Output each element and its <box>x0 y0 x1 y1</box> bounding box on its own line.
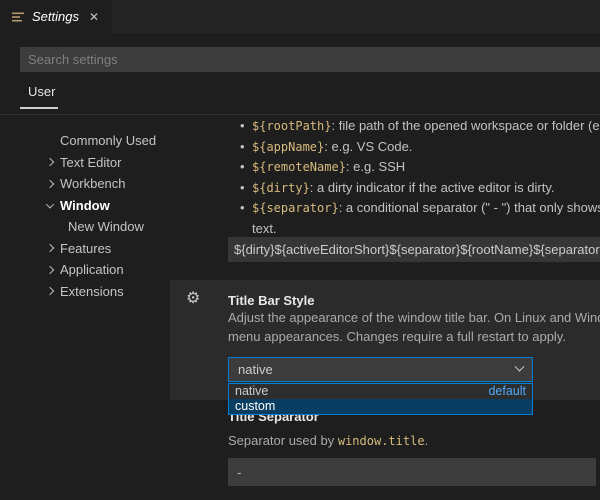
list-item: ${remoteName}: e.g. SSH <box>240 157 600 178</box>
title-bar-style-select[interactable]: native <box>228 357 533 382</box>
title-bar-style-description: Adjust the appearance of the window titl… <box>228 308 600 346</box>
title-bar-style-dropdown: native default custom <box>228 383 533 415</box>
chevron-down-icon <box>515 362 525 372</box>
window-title-template-input[interactable] <box>228 237 600 262</box>
list-item: ${rootPath}: file path of the opened wor… <box>240 121 600 137</box>
settings-sliders-icon <box>12 11 25 23</box>
header-divider <box>0 114 600 115</box>
title-separator-description: Separator used by window.title. <box>228 433 428 448</box>
settings-tab[interactable]: Settings ✕ <box>0 0 112 33</box>
window-title-variable-list: ${rootPath}: file path of the opened wor… <box>240 121 600 238</box>
user-tab-underline <box>20 107 58 109</box>
gear-icon[interactable]: ⚙ <box>186 291 200 307</box>
close-icon[interactable]: ✕ <box>89 11 99 23</box>
title-bar-style-heading: Title Bar Style <box>228 293 314 308</box>
list-item-wrap: text. <box>240 219 600 239</box>
settings-content: ${rootPath}: file path of the opened wor… <box>0 121 600 500</box>
list-item: ${appName}: e.g. VS Code. <box>240 137 600 158</box>
select-value: native <box>238 362 273 377</box>
settings-editor: Settings ✕ User Commonly Used Text Edito… <box>0 0 600 500</box>
title-separator-input[interactable] <box>228 458 596 486</box>
tab-user-scope[interactable]: User <box>28 84 55 99</box>
default-badge: default <box>488 384 526 399</box>
search-input[interactable] <box>20 47 600 72</box>
tab-title: Settings <box>32 9 79 24</box>
editor-tab-strip: Settings ✕ <box>0 0 600 33</box>
option-custom[interactable]: custom <box>229 399 532 414</box>
list-item: ${dirty}: a dirty indicator if the activ… <box>240 178 600 199</box>
list-item: ${separator}: a conditional separator ("… <box>240 198 600 219</box>
option-native[interactable]: native default <box>229 384 532 399</box>
